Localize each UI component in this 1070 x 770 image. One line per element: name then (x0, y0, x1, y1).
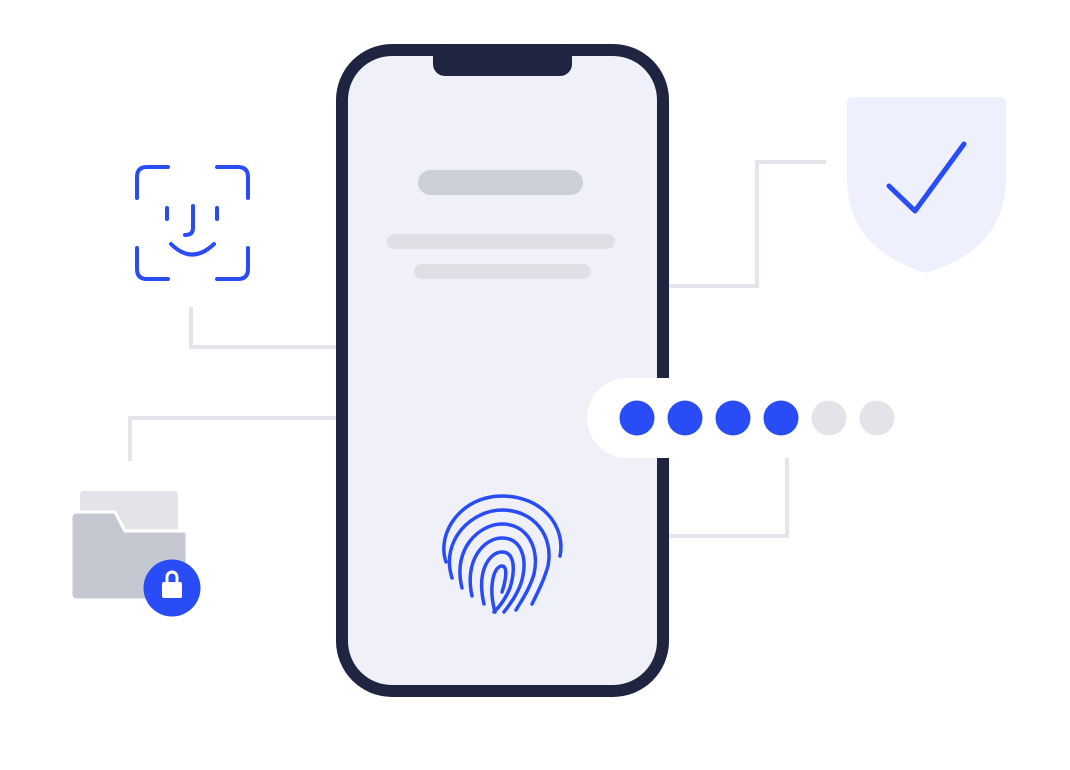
phone (336, 44, 669, 697)
pin-dot-empty (859, 400, 895, 436)
connector-face (189, 307, 340, 349)
connector-folder (128, 416, 340, 461)
phone-notch (433, 44, 572, 76)
pin-dot-filled (619, 400, 655, 436)
screen-title-placeholder (418, 170, 583, 195)
shield-check-icon (847, 97, 1006, 273)
shield-shape (847, 97, 1006, 273)
pin-dot-filled (667, 400, 703, 436)
connector-shield (665, 160, 826, 288)
screen-text-placeholder-2 (414, 264, 591, 279)
locked-folder-icon (69, 491, 201, 617)
connector-pin (665, 458, 789, 538)
pin-dot-filled (715, 400, 751, 436)
pin-dot-empty (811, 400, 847, 436)
security-illustration (69, 44, 1006, 697)
pin-entry (587, 378, 920, 458)
screen-text-placeholder-1 (387, 234, 615, 249)
face-id-icon (135, 165, 250, 281)
pin-dot-filled (763, 400, 799, 436)
